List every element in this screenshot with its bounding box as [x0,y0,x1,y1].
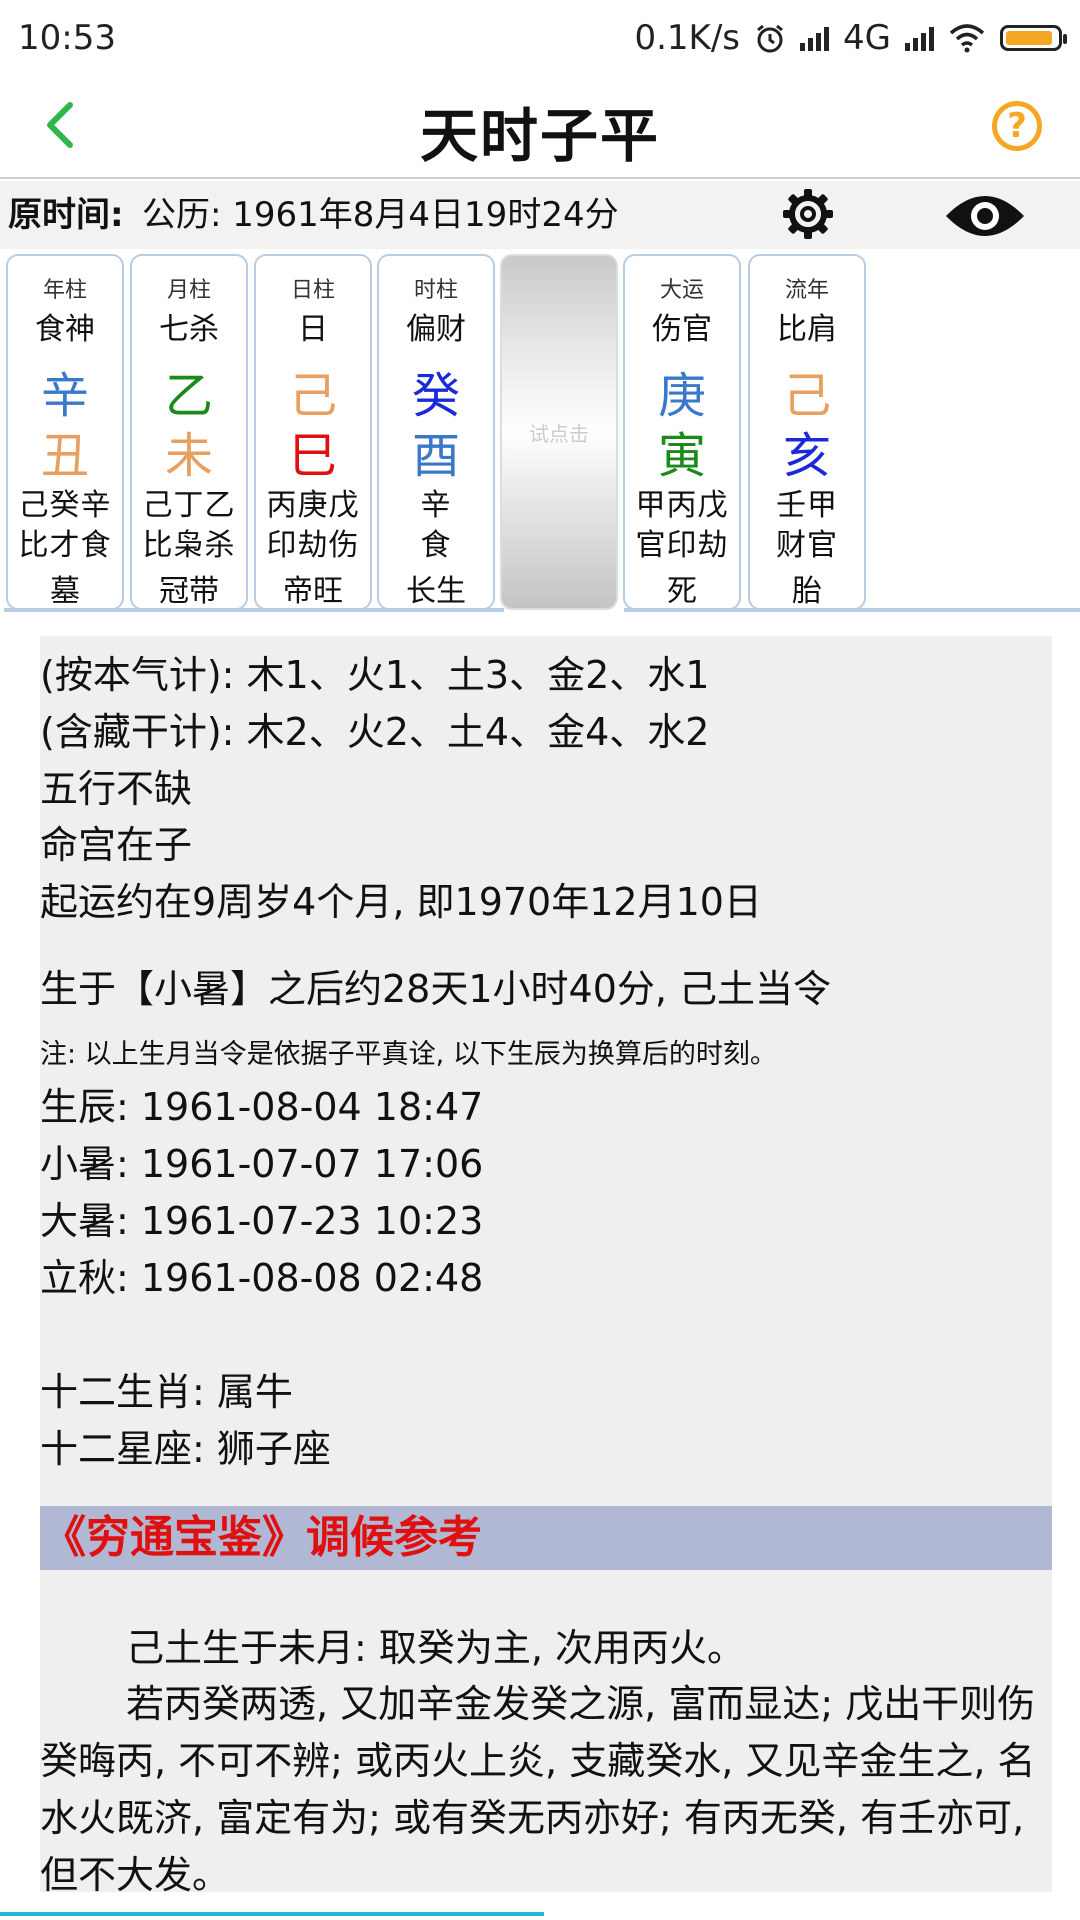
solar-term-note: 注: 以上生月当令是依据子平真诠, 以下生辰为换算后的时刻。 [40,1039,777,1070]
battery-icon [1000,24,1067,51]
signal-icon [800,25,830,51]
time-value: 公历: 1961年8月4日19时24分 [142,195,619,235]
reference-para-2: 若丙癸两透, 又加辛金发癸之源, 富而显达; 戊出干则伤癸晦丙, 不可不辨; 或… [40,1682,1036,1897]
pillar-year[interactable]: 年柱 食神 辛 丑 己癸辛 比才食 墓 [6,254,124,610]
earthly-branch: 未 [164,428,213,484]
pillar-divider-right [624,608,1080,612]
settings-button[interactable] [780,186,836,242]
pillar-divider [4,608,504,612]
term-xiaoshu: 小暑: 1961-07-07 17:06 [40,1142,484,1186]
elements-complete: 五行不缺 [40,767,193,811]
status-time: 10:53 [18,17,116,58]
alarm-icon [757,24,783,52]
eye-icon [946,196,1024,236]
signal-icon-2 [905,25,934,51]
earthly-branch: 亥 [782,428,831,484]
battery-level [1006,30,1052,45]
element-count-hidden: (含藏干计): 木2、火2、土4、金4、水2 [40,710,710,754]
analysis-content: (按本气计): 木1、火1、土3、金2、水1 (含藏干计): 木2、火2、土4、… [40,636,1052,1897]
net-speed: 0.1K/s [634,17,741,58]
luck-start: 起运约在9周岁4个月, 即1970年12月10日 [40,880,762,924]
zodiac: 十二生肖: 属牛 [40,1370,293,1414]
wifi-icon [949,23,985,52]
help-circle-icon: ? [1007,106,1027,146]
pillar-day[interactable]: 日柱 日 己 巳 丙庚戊 印劫伤 帝旺 [254,254,372,610]
earthly-branch: 丑 [40,428,89,484]
help-button[interactable]: ? [992,101,1042,151]
tap-hint: 试点击 [529,421,589,446]
pillar-annual-luck[interactable]: 流年 比肩 己 亥 壬甲 财官 胎 [748,254,866,610]
birth-time: 生辰: 1961-08-04 18:47 [40,1085,484,1129]
reference-para-1: 己土生于未月: 取癸为主, 次用丙火。 [126,1626,746,1670]
pillar-month[interactable]: 月柱 七杀 乙 未 己丁乙 比枭杀 冠带 [130,254,248,610]
earthly-branch: 酉 [411,428,460,484]
page-title: 天时子平 [419,102,660,170]
status-icons: 0.1K/s 4G [634,17,1067,58]
pillar-hour[interactable]: 时柱 偏财 癸 酉 辛 食 长生 [377,254,495,610]
earthly-branch: 寅 [657,428,706,484]
time-label: 原时间: [8,195,124,235]
time-row: 原时间: 公历: 1961年8月4日19时24分 [0,181,1080,249]
title-bar: 天时子平 ? [0,75,1080,179]
life-palace: 命宫在子 [40,823,193,867]
network-type: 4G [843,17,891,58]
element-count-main: (按本气计): 木1、火1、土3、金2、水1 [40,653,710,697]
tap-to-try-pillar[interactable]: 试点击 [500,254,618,610]
reference-header: 《穷通宝鉴》调候参考 [40,1506,1052,1570]
solar-term-info: 生于【小暑】之后约28天1小时40分, 己土当令 [40,967,832,1011]
earthly-branch: 巳 [288,428,337,484]
pillar-major-luck[interactable]: 大运 伤官 庚 寅 甲丙戊 官印劫 死 [623,254,741,610]
term-dashu: 大暑: 1961-07-23 10:23 [40,1199,484,1243]
constellation: 十二星座: 狮子座 [40,1427,331,1471]
term-liqiu: 立秋: 1961-08-08 02:48 [40,1256,484,1300]
scroll-indicator[interactable] [0,1912,544,1916]
gear-icon [783,189,833,239]
status-bar: 10:53 0.1K/s 4G [0,0,1080,75]
visibility-button[interactable] [944,186,1026,246]
